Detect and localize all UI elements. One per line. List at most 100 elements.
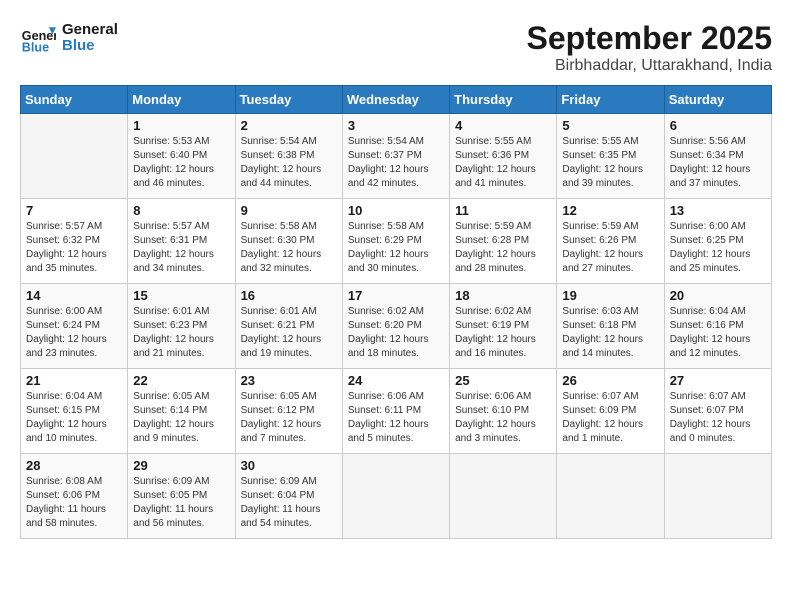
day-number: 10 <box>348 203 444 218</box>
day-number: 24 <box>348 373 444 388</box>
header-cell-monday: Monday <box>128 86 235 114</box>
day-cell: 7 Sunrise: 5:57 AM Sunset: 6:32 PM Daylig… <box>21 199 128 284</box>
day-detail: Sunrise: 6:09 AM Sunset: 6:04 PM Dayligh… <box>241 475 337 531</box>
day-detail: Sunrise: 6:02 AM Sunset: 6:20 PM Dayligh… <box>348 305 444 361</box>
day-detail: Sunrise: 5:53 AM Sunset: 6:40 PM Dayligh… <box>133 135 229 191</box>
day-number: 7 <box>26 203 122 218</box>
day-number: 12 <box>562 203 658 218</box>
day-number: 8 <box>133 203 229 218</box>
day-cell: 12 Sunrise: 5:59 AM Sunset: 6:26 PM Dayli… <box>557 199 664 284</box>
day-cell: 3Sunrise: 5:54 AM Sunset: 6:37 PM Daylig… <box>342 114 449 199</box>
day-cell: 27Sunrise: 6:07 AM Sunset: 6:07 PM Dayli… <box>664 369 771 454</box>
day-detail: Sunrise: 6:05 AM Sunset: 6:12 PM Dayligh… <box>241 390 337 446</box>
day-number: 28 <box>26 458 122 473</box>
day-number: 3 <box>348 118 444 133</box>
day-detail: Sunrise: 5:56 AM Sunset: 6:34 PM Dayligh… <box>670 135 766 191</box>
day-cell: 20 Sunrise: 6:04 AM Sunset: 6:16 PM Dayli… <box>664 284 771 369</box>
day-detail: Sunrise: 5:57 AM Sunset: 6:32 PM Dayligh… <box>26 220 122 276</box>
logo-line1: General <box>62 22 118 39</box>
day-detail: Sunrise: 5:57 AM Sunset: 6:31 PM Dayligh… <box>133 220 229 276</box>
header-cell-friday: Friday <box>557 86 664 114</box>
day-detail: Sunrise: 5:58 AM Sunset: 6:29 PM Dayligh… <box>348 220 444 276</box>
day-detail: Sunrise: 6:00 AM Sunset: 6:25 PM Dayligh… <box>670 220 766 276</box>
day-detail: Sunrise: 6:03 AM Sunset: 6:18 PM Dayligh… <box>562 305 658 361</box>
day-cell <box>342 454 449 539</box>
header-cell-saturday: Saturday <box>664 86 771 114</box>
week-row-3: 14 Sunrise: 6:00 AM Sunset: 6:24 PM Dayli… <box>21 284 772 369</box>
day-number: 14 <box>26 288 122 303</box>
day-number: 16 <box>241 288 337 303</box>
day-cell: 13 Sunrise: 6:00 AM Sunset: 6:25 PM Dayli… <box>664 199 771 284</box>
day-cell: 5Sunrise: 5:55 AM Sunset: 6:35 PM Daylig… <box>557 114 664 199</box>
day-detail: Sunrise: 6:06 AM Sunset: 6:10 PM Dayligh… <box>455 390 551 446</box>
day-cell: 30 Sunrise: 6:09 AM Sunset: 6:04 PM Dayli… <box>235 454 342 539</box>
header-cell-wednesday: Wednesday <box>342 86 449 114</box>
day-detail: Sunrise: 6:06 AM Sunset: 6:11 PM Dayligh… <box>348 390 444 446</box>
day-cell: 6 Sunrise: 5:56 AM Sunset: 6:34 PM Daylig… <box>664 114 771 199</box>
day-cell: 9Sunrise: 5:58 AM Sunset: 6:30 PM Daylig… <box>235 199 342 284</box>
day-number: 9 <box>241 203 337 218</box>
day-detail: Sunrise: 6:05 AM Sunset: 6:14 PM Dayligh… <box>133 390 229 446</box>
day-cell: 11 Sunrise: 5:59 AM Sunset: 6:28 PM Dayli… <box>450 199 557 284</box>
day-cell: 19 Sunrise: 6:03 AM Sunset: 6:18 PM Dayli… <box>557 284 664 369</box>
day-cell: 15 Sunrise: 6:01 AM Sunset: 6:23 PM Dayli… <box>128 284 235 369</box>
day-cell: 14 Sunrise: 6:00 AM Sunset: 6:24 PM Dayli… <box>21 284 128 369</box>
day-detail: Sunrise: 6:01 AM Sunset: 6:23 PM Dayligh… <box>133 305 229 361</box>
svg-text:Blue: Blue <box>22 41 49 55</box>
day-number: 18 <box>455 288 551 303</box>
location-title: Birbhaddar, Uttarakhand, India <box>527 57 772 75</box>
day-cell: 29Sunrise: 6:09 AM Sunset: 6:05 PM Dayli… <box>128 454 235 539</box>
day-cell: 8 Sunrise: 5:57 AM Sunset: 6:31 PM Daylig… <box>128 199 235 284</box>
month-title: September 2025 <box>527 20 772 57</box>
day-cell: 28 Sunrise: 6:08 AM Sunset: 6:06 PM Dayli… <box>21 454 128 539</box>
day-detail: Sunrise: 5:59 AM Sunset: 6:28 PM Dayligh… <box>455 220 551 276</box>
day-cell: 18Sunrise: 6:02 AM Sunset: 6:19 PM Dayli… <box>450 284 557 369</box>
day-number: 1 <box>133 118 229 133</box>
day-number: 2 <box>241 118 337 133</box>
week-row-4: 21 Sunrise: 6:04 AM Sunset: 6:15 PM Dayli… <box>21 369 772 454</box>
week-row-2: 7 Sunrise: 5:57 AM Sunset: 6:32 PM Daylig… <box>21 199 772 284</box>
day-cell: 16 Sunrise: 6:01 AM Sunset: 6:21 PM Dayli… <box>235 284 342 369</box>
header-cell-tuesday: Tuesday <box>235 86 342 114</box>
day-cell <box>664 454 771 539</box>
day-number: 19 <box>562 288 658 303</box>
day-cell: 17 Sunrise: 6:02 AM Sunset: 6:20 PM Dayli… <box>342 284 449 369</box>
day-detail: Sunrise: 6:00 AM Sunset: 6:24 PM Dayligh… <box>26 305 122 361</box>
day-number: 30 <box>241 458 337 473</box>
day-number: 17 <box>348 288 444 303</box>
day-number: 25 <box>455 373 551 388</box>
day-number: 4 <box>455 118 551 133</box>
header: General Blue General Blue September 2025… <box>20 20 772 75</box>
day-cell: 2 Sunrise: 5:54 AM Sunset: 6:38 PM Daylig… <box>235 114 342 199</box>
day-cell <box>21 114 128 199</box>
day-number: 20 <box>670 288 766 303</box>
week-row-5: 28 Sunrise: 6:08 AM Sunset: 6:06 PM Dayli… <box>21 454 772 539</box>
logo-icon: General Blue <box>20 20 56 56</box>
day-number: 22 <box>133 373 229 388</box>
day-number: 21 <box>26 373 122 388</box>
day-number: 11 <box>455 203 551 218</box>
calendar-table: SundayMondayTuesdayWednesdayThursdayFrid… <box>20 85 772 539</box>
day-cell: 25 Sunrise: 6:06 AM Sunset: 6:10 PM Dayli… <box>450 369 557 454</box>
day-cell: 10 Sunrise: 5:58 AM Sunset: 6:29 PM Dayli… <box>342 199 449 284</box>
title-area: September 2025 Birbhaddar, Uttarakhand, … <box>527 20 772 75</box>
day-detail: Sunrise: 6:01 AM Sunset: 6:21 PM Dayligh… <box>241 305 337 361</box>
day-detail: Sunrise: 6:08 AM Sunset: 6:06 PM Dayligh… <box>26 475 122 531</box>
day-number: 15 <box>133 288 229 303</box>
day-detail: Sunrise: 5:59 AM Sunset: 6:26 PM Dayligh… <box>562 220 658 276</box>
day-number: 13 <box>670 203 766 218</box>
day-detail: Sunrise: 6:07 AM Sunset: 6:09 PM Dayligh… <box>562 390 658 446</box>
day-detail: Sunrise: 6:07 AM Sunset: 6:07 PM Dayligh… <box>670 390 766 446</box>
day-detail: Sunrise: 6:09 AM Sunset: 6:05 PM Dayligh… <box>133 475 229 531</box>
week-row-1: 1 Sunrise: 5:53 AM Sunset: 6:40 PM Daylig… <box>21 114 772 199</box>
day-detail: Sunrise: 5:54 AM Sunset: 6:38 PM Dayligh… <box>241 135 337 191</box>
day-detail: Sunrise: 6:04 AM Sunset: 6:15 PM Dayligh… <box>26 390 122 446</box>
day-detail: Sunrise: 6:04 AM Sunset: 6:16 PM Dayligh… <box>670 305 766 361</box>
day-detail: Sunrise: 5:55 AM Sunset: 6:36 PM Dayligh… <box>455 135 551 191</box>
day-cell: 4 Sunrise: 5:55 AM Sunset: 6:36 PM Daylig… <box>450 114 557 199</box>
day-number: 5 <box>562 118 658 133</box>
header-cell-sunday: Sunday <box>21 86 128 114</box>
day-cell <box>450 454 557 539</box>
day-number: 6 <box>670 118 766 133</box>
day-number: 23 <box>241 373 337 388</box>
